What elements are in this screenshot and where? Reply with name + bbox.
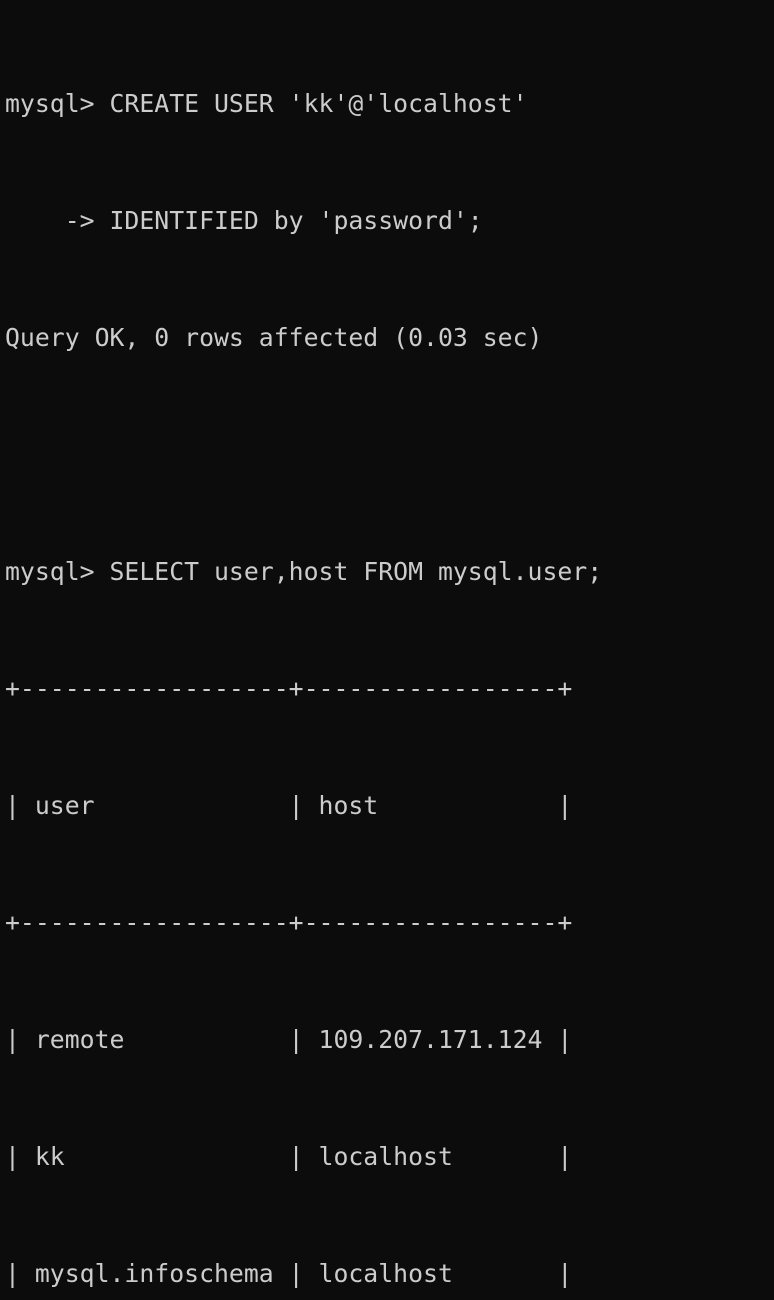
table-header-row: | user | host | bbox=[5, 791, 573, 820]
table-row: | kk | localhost | bbox=[5, 1142, 573, 1171]
terminal-line-select-users: mysql> SELECT user,host FROM mysql.user; bbox=[5, 557, 603, 586]
table-row: | remote | 109.207.171.124 | bbox=[5, 1025, 573, 1054]
terminal-line-identified-by: -> IDENTIFIED by 'password'; bbox=[5, 206, 483, 235]
terminal-output[interactable]: mysql> CREATE USER 'kk'@'localhost' -> I… bbox=[0, 0, 774, 1288]
table-border-top: +------------------+-----------------+ bbox=[5, 674, 573, 703]
table-row: | mysql.infoschema | localhost | bbox=[5, 1259, 573, 1288]
terminal-line-query-ok: Query OK, 0 rows affected (0.03 sec) bbox=[5, 323, 543, 352]
table-border-header: +------------------+-----------------+ bbox=[5, 908, 573, 937]
terminal-line-create-user: mysql> CREATE USER 'kk'@'localhost' bbox=[5, 89, 528, 118]
